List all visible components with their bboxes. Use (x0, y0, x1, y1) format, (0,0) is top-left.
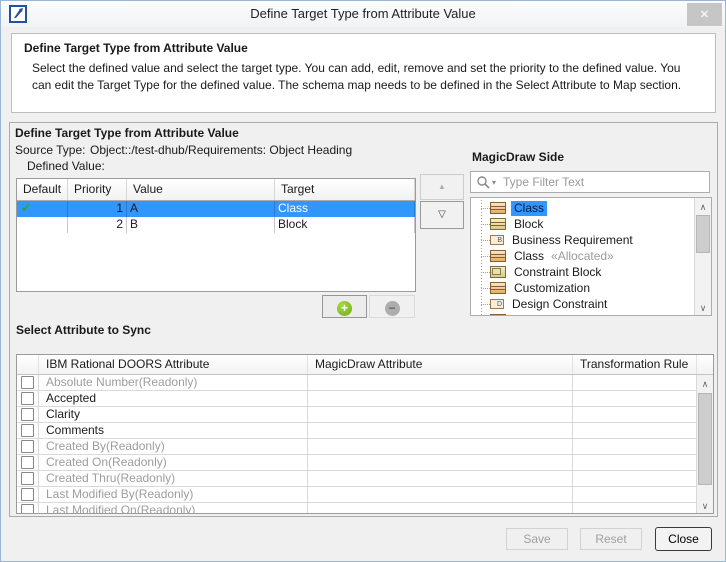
search-icon (477, 176, 490, 189)
checkbox[interactable] (21, 376, 34, 389)
value-cell: A (127, 201, 275, 217)
default-cell (17, 217, 68, 233)
header-description: Select the defined value and select the … (32, 61, 682, 92)
column-header-priority[interactable]: Priority (68, 179, 127, 200)
business-requirement-icon (490, 235, 504, 245)
checkbox[interactable] (21, 472, 34, 485)
attribute-sync-table: IBM Rational DOORS Attribute MagicDraw A… (16, 354, 714, 514)
stereotype-suffix: «Allocated» (551, 249, 614, 263)
checkbox[interactable] (21, 440, 34, 453)
table-row[interactable]: Clarity (17, 407, 713, 423)
priority-cell: 1 (68, 201, 127, 217)
tree-item-customization[interactable]: Customization (471, 280, 694, 296)
filter-input[interactable] (501, 173, 701, 191)
scrollbar-thumb[interactable] (696, 215, 710, 253)
checkbox[interactable] (21, 424, 34, 437)
design-constraint-icon (490, 299, 504, 309)
table-row[interactable]: Absolute Number(Readonly) (17, 375, 713, 391)
class-icon (490, 250, 506, 262)
table-row[interactable]: Last Modified On(Readonly) (17, 503, 713, 513)
table-empty-area (17, 233, 415, 291)
scroll-down-icon[interactable] (697, 497, 713, 513)
tree-item-class-allocated[interactable]: Class «Allocated» (471, 248, 694, 264)
checkbox[interactable] (21, 392, 34, 405)
add-value-button[interactable]: + (322, 295, 367, 318)
default-check-icon (17, 201, 31, 215)
tree-item-design-constraint[interactable]: Design Constraint (471, 296, 694, 312)
checkbox[interactable] (21, 408, 34, 421)
defined-value-table: Default Priority Value Target 1 A Class … (16, 178, 416, 292)
checkbox[interactable] (21, 504, 34, 513)
table-row[interactable]: Last Modified By(Readonly) (17, 487, 713, 503)
reset-button[interactable]: Reset (580, 528, 642, 550)
magicdraw-type-tree: Class Block Business Requirement Class « (470, 197, 712, 316)
column-header-value[interactable]: Value (127, 179, 275, 200)
customization-icon (490, 282, 506, 294)
table-row[interactable]: Created On(Readonly) (17, 455, 713, 471)
column-header-magicdraw-attribute[interactable]: MagicDraw Attribute (308, 355, 573, 374)
attribute-table-scrollbar[interactable] (696, 375, 713, 513)
priority-cell: 2 (68, 217, 127, 233)
remove-value-button[interactable]: − (369, 295, 415, 318)
column-header-doors-attribute[interactable]: IBM Rational DOORS Attribute (39, 355, 308, 374)
header-title: Define Target Type from Attribute Value (24, 41, 248, 55)
tree-item-partial[interactable] (471, 312, 694, 315)
filter-box: ▾ (470, 171, 710, 193)
table-row[interactable]: 2 B Block (17, 217, 415, 233)
close-icon[interactable] (687, 3, 722, 26)
save-button[interactable]: Save (506, 528, 568, 550)
sync-section-title: Select Attribute to Sync (16, 323, 151, 337)
group-title: Define Target Type from Attribute Value (15, 126, 239, 140)
table-row[interactable]: Accepted (17, 391, 713, 407)
attribute-table-header: IBM Rational DOORS Attribute MagicDraw A… (17, 355, 713, 375)
checkbox[interactable] (21, 488, 34, 501)
checkbox[interactable] (21, 456, 34, 469)
scroll-up-icon[interactable] (695, 198, 711, 214)
magicdraw-side-title: MagicDraw Side (472, 150, 565, 164)
header-panel: Define Target Type from Attribute Value … (11, 33, 716, 113)
table-row-selected[interactable]: 1 A Class (17, 201, 415, 217)
constraint-block-icon (490, 266, 506, 278)
class-icon (490, 202, 506, 214)
class-icon (490, 314, 506, 315)
close-button[interactable]: Close (655, 527, 712, 551)
tree-item-class[interactable]: Class (471, 200, 694, 216)
window-title: Define Target Type from Attribute Value (250, 6, 476, 21)
move-down-button[interactable] (420, 201, 464, 229)
value-cell: B (127, 217, 275, 233)
defined-value-table-header: Default Priority Value Target (17, 179, 415, 201)
block-icon (490, 218, 506, 230)
define-target-group: Define Target Type from Attribute Value … (9, 122, 718, 517)
tree-item-constraint-block[interactable]: Constraint Block (471, 264, 694, 280)
scrollbar-thumb[interactable] (698, 393, 712, 485)
tree-items: Class Block Business Requirement Class « (471, 198, 694, 315)
plus-icon: + (337, 300, 352, 316)
column-header-target[interactable]: Target (275, 179, 415, 200)
tree-scrollbar[interactable] (694, 198, 711, 315)
column-header-transformation-rule[interactable]: Transformation Rule (573, 355, 697, 374)
tree-item-business-requirement[interactable]: Business Requirement (471, 232, 694, 248)
defined-value-label: Defined Value: (27, 159, 105, 173)
tree-item-block[interactable]: Block (471, 216, 694, 232)
table-row[interactable]: Created Thru(Readonly) (17, 471, 713, 487)
minus-icon: − (384, 300, 400, 316)
move-up-button[interactable] (420, 174, 464, 200)
default-cell (17, 201, 68, 217)
table-row[interactable]: Created By(Readonly) (17, 439, 713, 455)
column-header-default[interactable]: Default (17, 179, 68, 200)
column-header-checkbox (17, 355, 39, 374)
title-bar: Define Target Type from Attribute Value (1, 1, 725, 27)
target-cell: Block (275, 217, 415, 233)
filter-dropdown-caret-icon[interactable]: ▾ (492, 178, 496, 187)
source-type-value: Object::/test-dhub/Requirements: Object … (90, 143, 353, 157)
source-type-label: Source Type: (15, 143, 86, 157)
dialog-window: Define Target Type from Attribute Value … (0, 0, 726, 562)
table-row[interactable]: Comments (17, 423, 713, 439)
scroll-up-icon[interactable] (697, 375, 713, 391)
target-cell: Class (275, 201, 415, 217)
scroll-down-icon[interactable] (695, 299, 711, 315)
